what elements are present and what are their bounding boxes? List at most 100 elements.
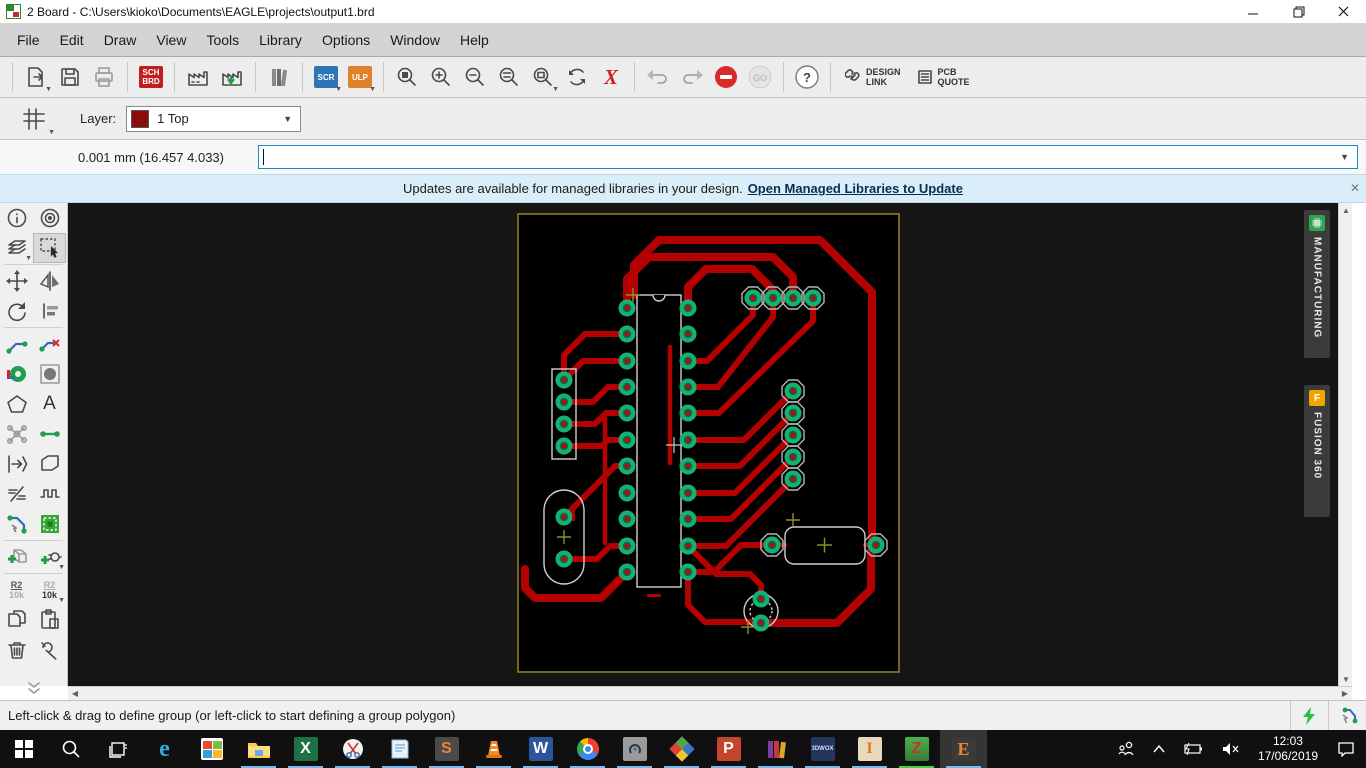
menu-file[interactable]: File bbox=[8, 27, 49, 53]
menu-view[interactable]: View bbox=[147, 27, 195, 53]
wire-tool[interactable] bbox=[0, 329, 33, 359]
taskbar-chrome[interactable] bbox=[564, 730, 611, 768]
via-tool[interactable] bbox=[0, 359, 33, 389]
quick-route-button[interactable] bbox=[1290, 701, 1328, 730]
menu-edit[interactable]: Edit bbox=[51, 27, 93, 53]
autorouter-tool[interactable] bbox=[33, 509, 66, 539]
notification-close-icon[interactable]: ✕ bbox=[1350, 181, 1360, 195]
polygon-tool[interactable] bbox=[0, 389, 33, 419]
taskbar-word[interactable]: W bbox=[517, 730, 564, 768]
taskbar-edge[interactable]: e bbox=[141, 730, 188, 768]
taskbar-diamond-app[interactable] bbox=[658, 730, 705, 768]
switch-to-schematic-button[interactable]: SCH BRD bbox=[134, 60, 168, 94]
ratsnest-tool[interactable] bbox=[0, 419, 33, 449]
move-tool[interactable] bbox=[0, 266, 33, 296]
menu-draw[interactable]: Draw bbox=[95, 27, 146, 53]
taskbar-notepad[interactable] bbox=[376, 730, 423, 768]
palette-expand-button[interactable] bbox=[1, 673, 67, 703]
pad-tool[interactable] bbox=[33, 359, 66, 389]
manufacturing-tab[interactable]: MANUFACTURING bbox=[1304, 210, 1330, 358]
rotate-tool[interactable] bbox=[0, 296, 33, 326]
taskbar-utility-app[interactable] bbox=[611, 730, 658, 768]
mirror-tool[interactable] bbox=[33, 266, 66, 296]
redo-button[interactable] bbox=[675, 60, 709, 94]
group-tool[interactable] bbox=[33, 233, 66, 263]
ripup-tool[interactable] bbox=[33, 329, 66, 359]
miter-tool[interactable] bbox=[33, 449, 66, 479]
menu-window[interactable]: Window bbox=[381, 27, 449, 53]
undo-button[interactable] bbox=[641, 60, 675, 94]
ratsnest-cancel-icon[interactable]: X bbox=[594, 60, 628, 94]
board-canvas[interactable]: MANUFACTURING F FUSION 360 ▲ ▼ bbox=[68, 203, 1352, 686]
taskbar-file-explorer[interactable] bbox=[235, 730, 282, 768]
open-board-button[interactable]: ▼ bbox=[19, 60, 53, 94]
run-script-button[interactable]: SCR ▼ bbox=[309, 60, 343, 94]
taskbar-sublime[interactable]: S bbox=[423, 730, 470, 768]
cam-import-icon[interactable] bbox=[215, 60, 249, 94]
close-button[interactable] bbox=[1321, 0, 1366, 23]
refresh-button[interactable] bbox=[560, 60, 594, 94]
route-airwire-button[interactable] bbox=[1328, 701, 1366, 730]
taskbar-eagle[interactable]: E bbox=[940, 730, 987, 768]
task-view-button[interactable] bbox=[94, 730, 141, 768]
restore-button[interactable] bbox=[1276, 0, 1321, 23]
start-button[interactable] bbox=[0, 730, 47, 768]
zoom-select-button[interactable] bbox=[492, 60, 526, 94]
tray-expand-icon[interactable] bbox=[1146, 730, 1172, 768]
taskbar-3dwox[interactable]: 3DWOX bbox=[799, 730, 846, 768]
copy-tool[interactable] bbox=[0, 605, 33, 635]
meander-tool[interactable] bbox=[33, 479, 66, 509]
taskbar-snipping-tool[interactable] bbox=[329, 730, 376, 768]
scroll-right-icon[interactable]: ▶ bbox=[1338, 687, 1352, 701]
open-managed-libraries-link[interactable]: Open Managed Libraries to Update bbox=[748, 181, 963, 196]
zoom-redraw-button[interactable]: ▼ bbox=[526, 60, 560, 94]
menu-tools[interactable]: Tools bbox=[197, 27, 248, 53]
action-center-icon[interactable] bbox=[1330, 730, 1362, 768]
help-button[interactable]: ? bbox=[790, 60, 824, 94]
signal-tool[interactable] bbox=[33, 419, 66, 449]
taskbar-store[interactable] bbox=[188, 730, 235, 768]
stop-button[interactable] bbox=[709, 60, 743, 94]
taskbar-excel[interactable]: X bbox=[282, 730, 329, 768]
layer-dropdown[interactable]: 1 Top ▼ bbox=[126, 105, 302, 132]
name-value-tool[interactable]: R2 10k bbox=[0, 575, 33, 605]
scroll-down-icon[interactable]: ▼ bbox=[1339, 672, 1352, 686]
scroll-left-icon[interactable]: ◀ bbox=[68, 687, 82, 701]
value-tool[interactable]: R2 10k ▼ bbox=[33, 575, 66, 605]
zoom-fit-button[interactable] bbox=[390, 60, 424, 94]
info-tool[interactable] bbox=[0, 203, 33, 233]
taskbar-search-button[interactable] bbox=[47, 730, 94, 768]
name-tool[interactable] bbox=[33, 296, 66, 326]
run-ulp-button[interactable]: ULP ▼ bbox=[343, 60, 377, 94]
people-icon[interactable] bbox=[1110, 730, 1142, 768]
paste-tool[interactable] bbox=[33, 605, 66, 635]
save-button[interactable] bbox=[53, 60, 87, 94]
command-input[interactable]: ▼ bbox=[258, 145, 1358, 169]
battery-icon[interactable] bbox=[1176, 730, 1210, 768]
add-device-tool[interactable]: ▼ bbox=[33, 542, 66, 572]
pcb-quote-button[interactable]: PCB QUOTE bbox=[909, 60, 978, 94]
library-button[interactable] bbox=[262, 60, 296, 94]
attribute-tool[interactable] bbox=[0, 449, 33, 479]
print-button[interactable] bbox=[87, 60, 121, 94]
vertical-scrollbar[interactable]: ▲ ▼ bbox=[1338, 203, 1352, 686]
fusion-360-tab[interactable]: F FUSION 360 bbox=[1304, 385, 1330, 517]
zoom-out-button[interactable] bbox=[458, 60, 492, 94]
scroll-up-icon[interactable]: ▲ bbox=[1339, 203, 1352, 217]
menu-options[interactable]: Options bbox=[313, 27, 379, 53]
zoom-in-button[interactable] bbox=[424, 60, 458, 94]
cam-processor-icon[interactable] bbox=[181, 60, 215, 94]
taskbar-i-app[interactable]: I bbox=[846, 730, 893, 768]
taskbar-clock[interactable]: 12:03 17/06/2019 bbox=[1250, 734, 1326, 764]
delete-tool[interactable] bbox=[0, 635, 33, 665]
volume-muted-icon[interactable] bbox=[1214, 730, 1246, 768]
taskbar-powerpoint[interactable]: P bbox=[705, 730, 752, 768]
design-link-button[interactable]: DESIGN LINK bbox=[837, 60, 909, 94]
split-tool[interactable] bbox=[0, 479, 33, 509]
add-part-tool[interactable] bbox=[0, 542, 33, 572]
route-tool[interactable] bbox=[0, 509, 33, 539]
change-tool[interactable] bbox=[33, 635, 66, 665]
text-tool[interactable]: A bbox=[33, 389, 66, 419]
go-button[interactable]: GO bbox=[743, 60, 777, 94]
menu-help[interactable]: Help bbox=[451, 27, 498, 53]
